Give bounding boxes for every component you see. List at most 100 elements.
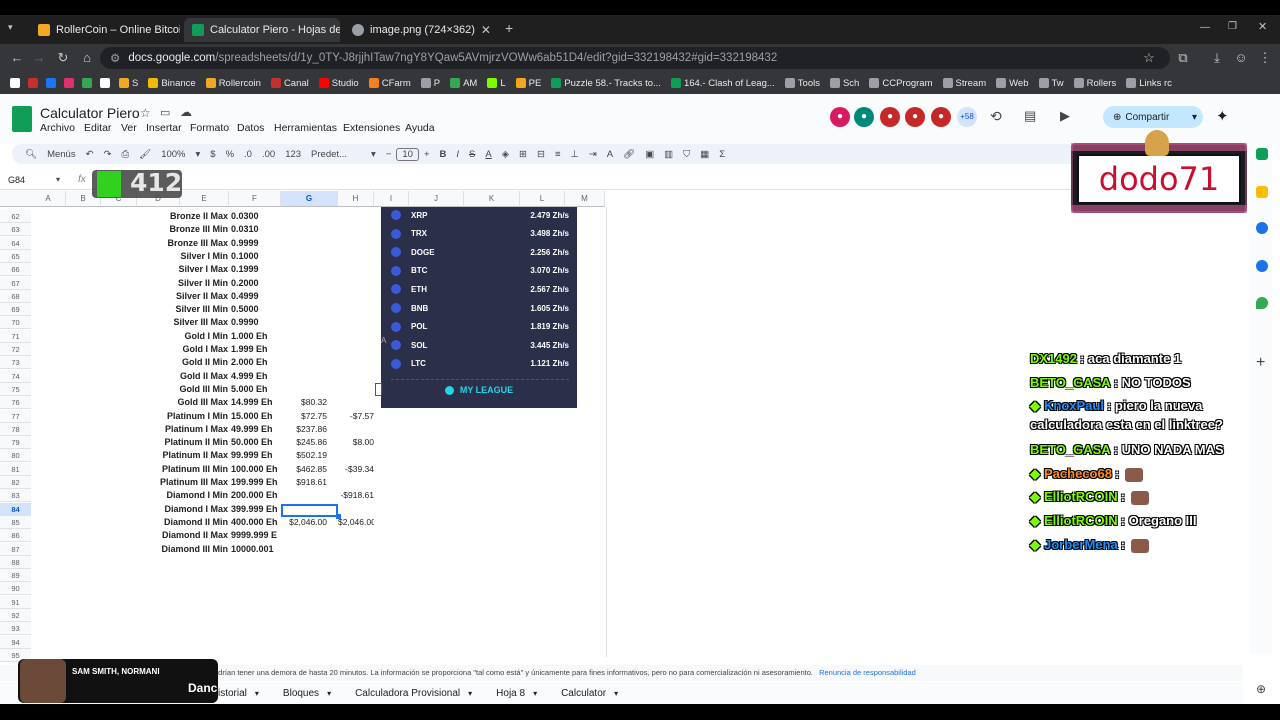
- row-header-73[interactable]: 73: [0, 356, 31, 370]
- row-header-71[interactable]: 71: [0, 329, 31, 343]
- reward-cell[interactable]: $918.61: [274, 476, 330, 489]
- collaborator-avatar[interactable]: ●: [830, 107, 850, 127]
- browser-tab-image[interactable]: image.png (724×362) ✕: [344, 18, 496, 42]
- contacts-icon[interactable]: [1256, 260, 1268, 272]
- reward-cell[interactable]: $237.86: [274, 423, 330, 436]
- bookmark-icon[interactable]: [46, 78, 56, 88]
- font-size-input[interactable]: 10: [396, 147, 419, 161]
- bookmark-icon[interactable]: [10, 78, 20, 88]
- insert-link-icon[interactable]: 🔗︎: [618, 149, 640, 160]
- menu-item-ayuda[interactable]: Ayuda: [405, 122, 435, 134]
- more-collaborators-badge[interactable]: +58: [957, 107, 977, 127]
- search-menus-icon[interactable]: 🔍︎: [20, 149, 42, 160]
- formula-input[interactable]: fx: [78, 174, 86, 185]
- share-dropdown-icon[interactable]: ▾: [1192, 112, 1203, 123]
- row-header-93[interactable]: 93: [0, 622, 31, 636]
- tier-name-cell[interactable]: Silver I Min: [128, 250, 228, 263]
- hashrate-cell[interactable]: 0.1000: [231, 250, 281, 263]
- tier-name-cell[interactable]: Diamond III Min: [128, 543, 229, 556]
- row-header-63[interactable]: 63: [0, 223, 31, 237]
- hashrate-cell[interactable]: 0.4999: [231, 290, 281, 303]
- share-button[interactable]: ⊕ Compartir ▾: [1103, 106, 1203, 128]
- bookmark-item[interactable]: PE: [511, 78, 547, 89]
- hashrate-cell[interactable]: 0.1999: [231, 263, 281, 276]
- chevron-down-icon[interactable]: ▾: [56, 175, 60, 184]
- row-header-62[interactable]: 62: [0, 210, 31, 223]
- profile-avatar[interactable]: ☺: [1232, 49, 1250, 67]
- filter-icon[interactable]: ⛉: [678, 149, 695, 160]
- tier-name-cell[interactable]: Gold II Max: [128, 370, 228, 383]
- hashrate-cell[interactable]: 2.000 Eh: [231, 356, 281, 369]
- tier-name-cell[interactable]: Bronze II Max: [128, 210, 228, 223]
- bookmark-item[interactable]: CCProgram: [864, 78, 937, 89]
- column-header-a[interactable]: A: [31, 191, 66, 207]
- bookmark-item[interactable]: S: [114, 78, 143, 89]
- name-box[interactable]: G84: [8, 175, 25, 185]
- tier-name-cell[interactable]: Diamond I Min: [128, 489, 229, 502]
- row-header-68[interactable]: 68: [0, 289, 31, 303]
- row-header-79[interactable]: 79: [0, 436, 31, 450]
- bookmark-item[interactable]: L: [482, 78, 510, 89]
- row-header-92[interactable]: 92: [0, 609, 31, 622]
- column-header-f[interactable]: F: [229, 191, 281, 207]
- explore-icon[interactable]: ⊕: [1256, 682, 1266, 696]
- fill-handle[interactable]: [336, 514, 341, 519]
- reward-cell[interactable]: $245.86: [274, 436, 330, 449]
- row-header-76[interactable]: 76: [0, 396, 31, 410]
- collaborator-avatar[interactable]: ●: [905, 107, 925, 127]
- reward-cell[interactable]: $2,046.00: [274, 516, 330, 529]
- tier-name-cell[interactable]: Silver II Max: [128, 290, 228, 303]
- bookmark-item[interactable]: Studio: [314, 78, 364, 89]
- bookmark-item[interactable]: AM: [445, 78, 482, 89]
- selected-cell-G84[interactable]: [281, 504, 338, 517]
- bookmark-item[interactable]: Tw: [1034, 78, 1069, 89]
- bookmark-item[interactable]: Rollercoin: [201, 78, 266, 89]
- row-header-69[interactable]: 69: [0, 303, 31, 317]
- reward-cell[interactable]: $462.85: [274, 463, 330, 476]
- tasks-icon[interactable]: [1256, 222, 1268, 234]
- bookmark-icon[interactable]: [28, 78, 38, 88]
- maximize-icon[interactable]: ❐: [1228, 21, 1237, 32]
- maps-icon[interactable]: [1256, 297, 1268, 309]
- tab-search-icon[interactable]: ▾: [8, 22, 13, 33]
- minimize-icon[interactable]: —: [1200, 22, 1210, 33]
- disclaimer-link[interactable]: Renuncia de responsabilidad: [819, 668, 916, 677]
- bookmark-item[interactable]: Web: [991, 78, 1033, 89]
- row-header-83[interactable]: 83: [0, 489, 31, 503]
- history-icon[interactable]: ⟲: [990, 108, 1002, 125]
- tier-name-cell[interactable]: Platinum II Max: [128, 449, 228, 462]
- bookmark-star-icon[interactable]: ☆: [1140, 49, 1158, 67]
- difference-cell[interactable]: $2,046.00: [338, 516, 374, 529]
- collaborator-avatar[interactable]: ●: [931, 107, 951, 127]
- tier-name-cell[interactable]: Platinum III Min: [128, 463, 228, 476]
- bookmark-item[interactable]: CFarm: [364, 78, 416, 89]
- search-menus-input[interactable]: Menús: [42, 149, 81, 160]
- row-header-72[interactable]: 72: [0, 343, 31, 356]
- sheet-tab[interactable]: Calculator ▾: [549, 688, 630, 699]
- hashrate-cell[interactable]: 0.5000: [231, 303, 281, 316]
- hashrate-cell[interactable]: 200.000 Eh: [231, 489, 281, 502]
- zoom-select[interactable]: 100%: [156, 149, 190, 160]
- row-header-89[interactable]: 89: [0, 569, 31, 583]
- menu-item-extensiones[interactable]: Extensiones: [343, 122, 400, 134]
- add-addon-icon[interactable]: +: [1256, 354, 1265, 372]
- row-header-66[interactable]: 66: [0, 263, 31, 277]
- hashrate-cell[interactable]: 0.2000: [231, 277, 281, 290]
- strikethrough-icon[interactable]: S: [464, 149, 480, 160]
- star-icon[interactable]: ☆: [140, 106, 151, 120]
- menu-item-archivo[interactable]: Archivo: [40, 122, 75, 134]
- tier-name-cell[interactable]: Diamond II Min: [128, 516, 228, 529]
- window-close-icon[interactable]: ✕: [1258, 20, 1267, 33]
- bookmark-icon[interactable]: [64, 78, 74, 88]
- move-folder-icon[interactable]: ▭: [160, 106, 170, 119]
- insert-comment-icon[interactable]: ▣: [640, 149, 659, 160]
- number-format-button[interactable]: 123: [280, 149, 306, 160]
- font-size-decrease-icon[interactable]: −: [381, 149, 397, 160]
- chevron-down-icon[interactable]: ▾: [533, 689, 537, 698]
- reload-icon[interactable]: ↻: [54, 49, 72, 67]
- keep-icon[interactable]: [1256, 186, 1268, 198]
- column-header-i[interactable]: I: [374, 191, 409, 207]
- row-header-80[interactable]: 80: [0, 449, 31, 463]
- sheets-side-icon[interactable]: [1256, 148, 1268, 160]
- menu-item-herramientas[interactable]: Herramientas: [274, 122, 337, 134]
